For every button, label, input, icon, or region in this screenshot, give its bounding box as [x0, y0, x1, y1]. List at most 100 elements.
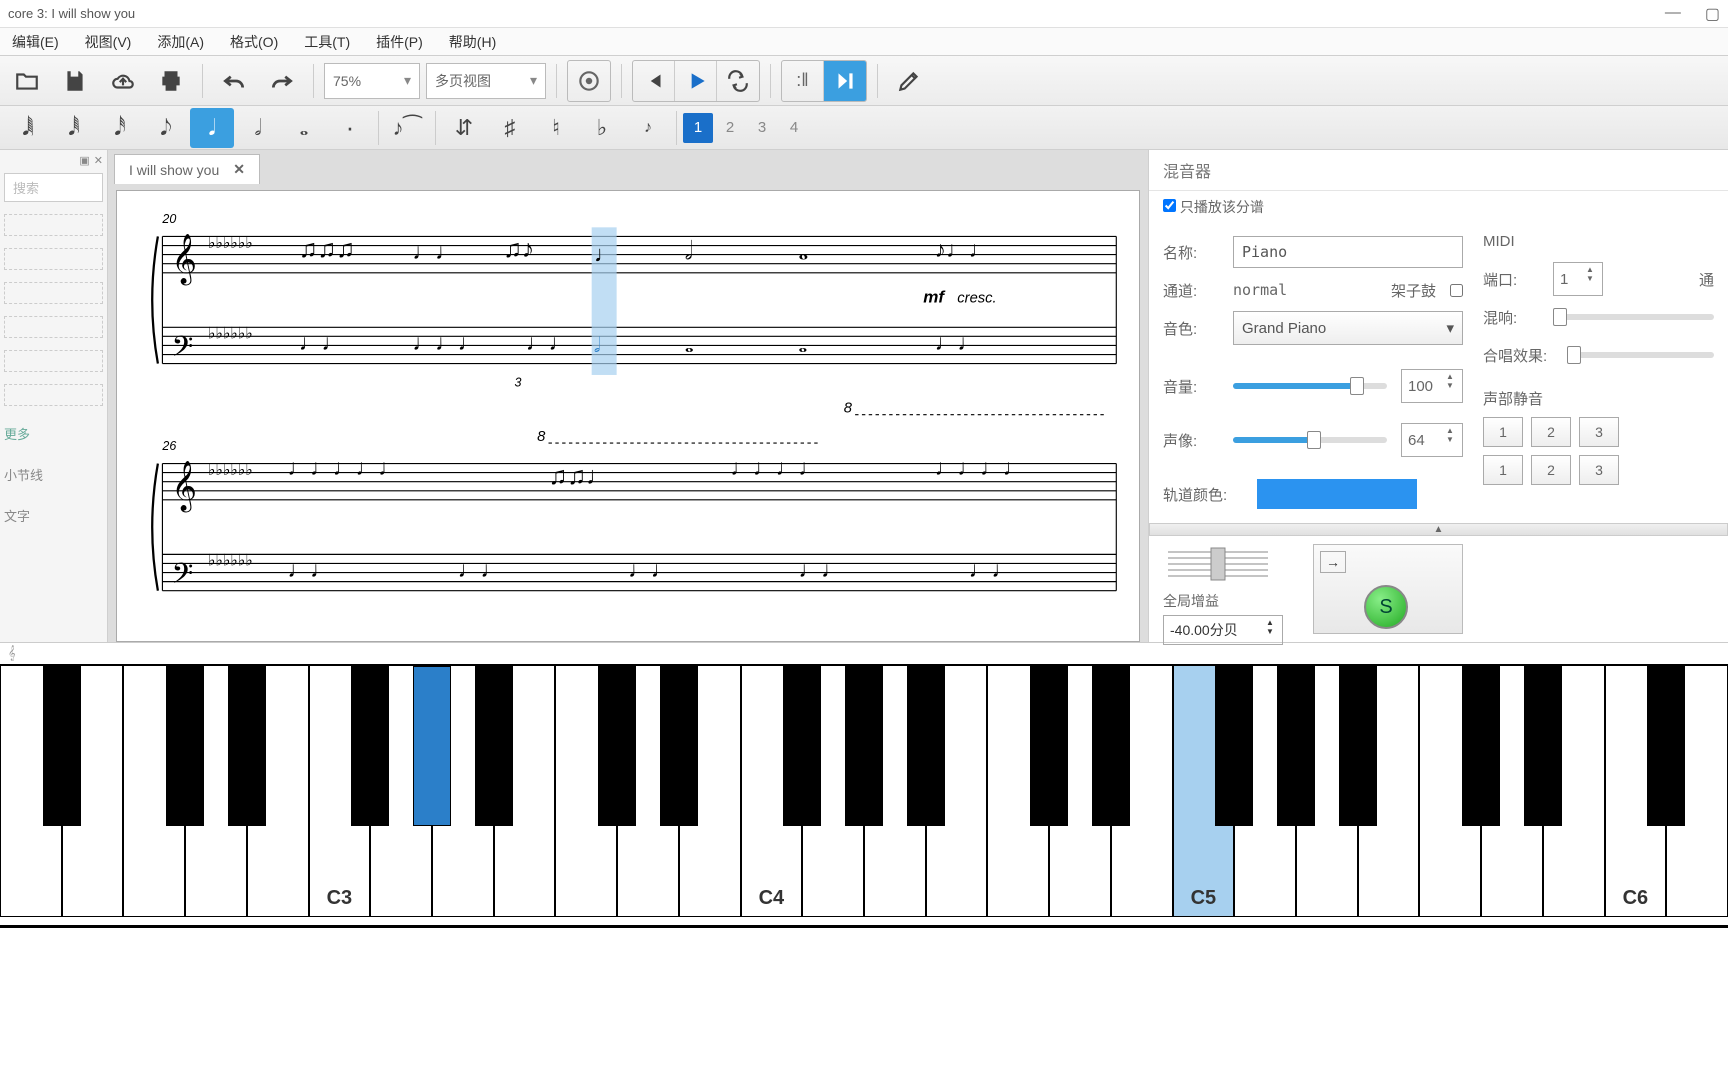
mute-voice-3b[interactable]: 3 [1579, 455, 1619, 485]
note-dot[interactable]: · [328, 108, 372, 148]
rewind-button[interactable] [633, 61, 675, 101]
minimize-icon[interactable]: — [1665, 4, 1681, 24]
menu-edit[interactable]: 编辑(E) [12, 32, 59, 52]
volume-slider[interactable] [1233, 383, 1387, 389]
black-key[interactable] [1215, 666, 1253, 826]
black-key[interactable] [1339, 666, 1377, 826]
black-key[interactable] [413, 666, 451, 826]
natural-button[interactable]: ♮ [534, 108, 578, 148]
cloud-button[interactable] [102, 61, 144, 101]
grace-note-button[interactable]: ♪ [626, 108, 670, 148]
mute-voice-3a[interactable]: 3 [1579, 417, 1619, 447]
port-spin[interactable]: 1▲▼ [1553, 262, 1603, 296]
pan-slider[interactable] [1233, 437, 1387, 443]
repeat-end-button[interactable] [824, 61, 866, 101]
save-button[interactable] [54, 61, 96, 101]
score-area[interactable]: I will show you ✕ 20 𝄞 𝄢 ♭♭♭♭♭♭ ♭♭♭♭♭♭ [108, 150, 1148, 642]
flat-button[interactable]: ♭ [580, 108, 624, 148]
menu-help[interactable]: 帮助(H) [449, 32, 496, 52]
palette-search[interactable]: 搜索 [4, 173, 103, 202]
black-key[interactable] [1092, 666, 1130, 826]
voice-4[interactable]: 4 [779, 113, 809, 143]
timbre-select[interactable]: Grand Piano▾ [1233, 311, 1463, 345]
black-key[interactable] [1462, 666, 1500, 826]
track-name-input[interactable] [1233, 236, 1463, 268]
play-button[interactable] [675, 61, 717, 101]
panel-dock-icon[interactable]: ▣ [79, 154, 89, 167]
voice-1[interactable]: 1 [683, 113, 713, 143]
pan-spin[interactable]: 64▲▼ [1401, 423, 1463, 457]
view-mode-select[interactable]: 多页视图▾ [426, 63, 546, 99]
open-button[interactable] [6, 61, 48, 101]
black-key[interactable] [1647, 666, 1685, 826]
loop-button[interactable] [717, 61, 759, 101]
black-key[interactable] [783, 666, 821, 826]
mute-voice-1a[interactable]: 1 [1483, 417, 1523, 447]
mixer-collapse-bar[interactable]: ▲ [1149, 523, 1728, 536]
note-quarter[interactable]: 𝅘𝅥 [190, 108, 234, 148]
black-key[interactable] [845, 666, 883, 826]
redo-button[interactable] [261, 61, 303, 101]
black-key[interactable] [660, 666, 698, 826]
note-half[interactable]: 𝅗𝅥 [236, 108, 280, 148]
palette-item[interactable] [4, 282, 103, 304]
panel-close-icon[interactable]: ✕ [94, 154, 103, 167]
menu-tools[interactable]: 工具(T) [304, 32, 350, 52]
black-key[interactable] [166, 666, 204, 826]
chorus-slider[interactable] [1567, 352, 1714, 358]
score-tab[interactable]: I will show you ✕ [114, 154, 260, 184]
track-color-swatch[interactable] [1257, 479, 1417, 509]
menu-plugins[interactable]: 插件(P) [376, 32, 423, 52]
note-16th[interactable]: 𝅘𝅥𝅰 [98, 108, 142, 148]
menu-add[interactable]: 添加(A) [157, 32, 204, 52]
metronome-button[interactable] [568, 61, 610, 101]
menu-format[interactable]: 格式(O) [230, 32, 278, 52]
black-key[interactable] [43, 666, 81, 826]
voice-3[interactable]: 3 [747, 113, 777, 143]
mute-voice-2a[interactable]: 2 [1531, 417, 1571, 447]
black-key[interactable] [1524, 666, 1562, 826]
only-play-checkbox[interactable]: 只播放该分谱 [1163, 199, 1264, 215]
solo-button[interactable]: S [1364, 585, 1408, 629]
voice-2[interactable]: 2 [715, 113, 745, 143]
note-8th[interactable]: 𝅘𝅥𝅮 [144, 108, 188, 148]
note-64th[interactable]: 𝅘𝅥𝅲 [6, 108, 50, 148]
palette-item[interactable] [4, 214, 103, 236]
palette-item[interactable] [4, 384, 103, 406]
black-key[interactable] [598, 666, 636, 826]
print-button[interactable] [150, 61, 192, 101]
palette-item[interactable] [4, 350, 103, 372]
black-key[interactable] [228, 666, 266, 826]
palette-category-barlines[interactable]: 小节线 [4, 465, 103, 484]
note-whole[interactable]: 𝅝 [282, 108, 326, 148]
score-page[interactable]: 20 𝄞 𝄢 ♭♭♭♭♭♭ ♭♭♭♭♭♭ ♫♫♫ ♩♩ ♫♪ [116, 190, 1140, 642]
palette-category-text[interactable]: 文字 [4, 506, 103, 525]
black-key[interactable] [475, 666, 513, 826]
drums-checkbox[interactable] [1450, 284, 1463, 297]
piano-keyboard[interactable]: C3C4C5C6 [0, 664, 1728, 928]
repeat-start-button[interactable]: :‖ [782, 61, 824, 101]
black-key[interactable] [351, 666, 389, 826]
flip-button[interactable]: ⇵ [442, 108, 486, 148]
menu-view[interactable]: 视图(V) [85, 32, 132, 52]
arrow-right-icon[interactable]: → [1320, 551, 1346, 573]
black-key[interactable] [1277, 666, 1315, 826]
edit-mode-button[interactable] [888, 61, 930, 101]
volume-spin[interactable]: 100▲▼ [1401, 369, 1463, 403]
zoom-select[interactable]: 75%▾ [324, 63, 420, 99]
black-key[interactable] [907, 666, 945, 826]
palette-item[interactable] [4, 316, 103, 338]
palette-item[interactable] [4, 248, 103, 270]
maximize-icon[interactable]: ▢ [1705, 4, 1720, 24]
black-key[interactable] [1030, 666, 1068, 826]
tab-close-icon[interactable]: ✕ [233, 161, 245, 178]
sharp-button[interactable]: ♯ [488, 108, 532, 148]
note-32nd[interactable]: 𝅘𝅥𝅱 [52, 108, 96, 148]
mute-voice-1b[interactable]: 1 [1483, 455, 1523, 485]
undo-button[interactable] [213, 61, 255, 101]
reverb-slider[interactable] [1553, 314, 1714, 320]
mute-voice-2b[interactable]: 2 [1531, 455, 1571, 485]
tie-button[interactable]: ♪⁀ [385, 108, 429, 148]
gain-input[interactable]: -40.00分贝▲▼ [1163, 615, 1283, 645]
palette-more[interactable]: 更多 [4, 424, 103, 443]
